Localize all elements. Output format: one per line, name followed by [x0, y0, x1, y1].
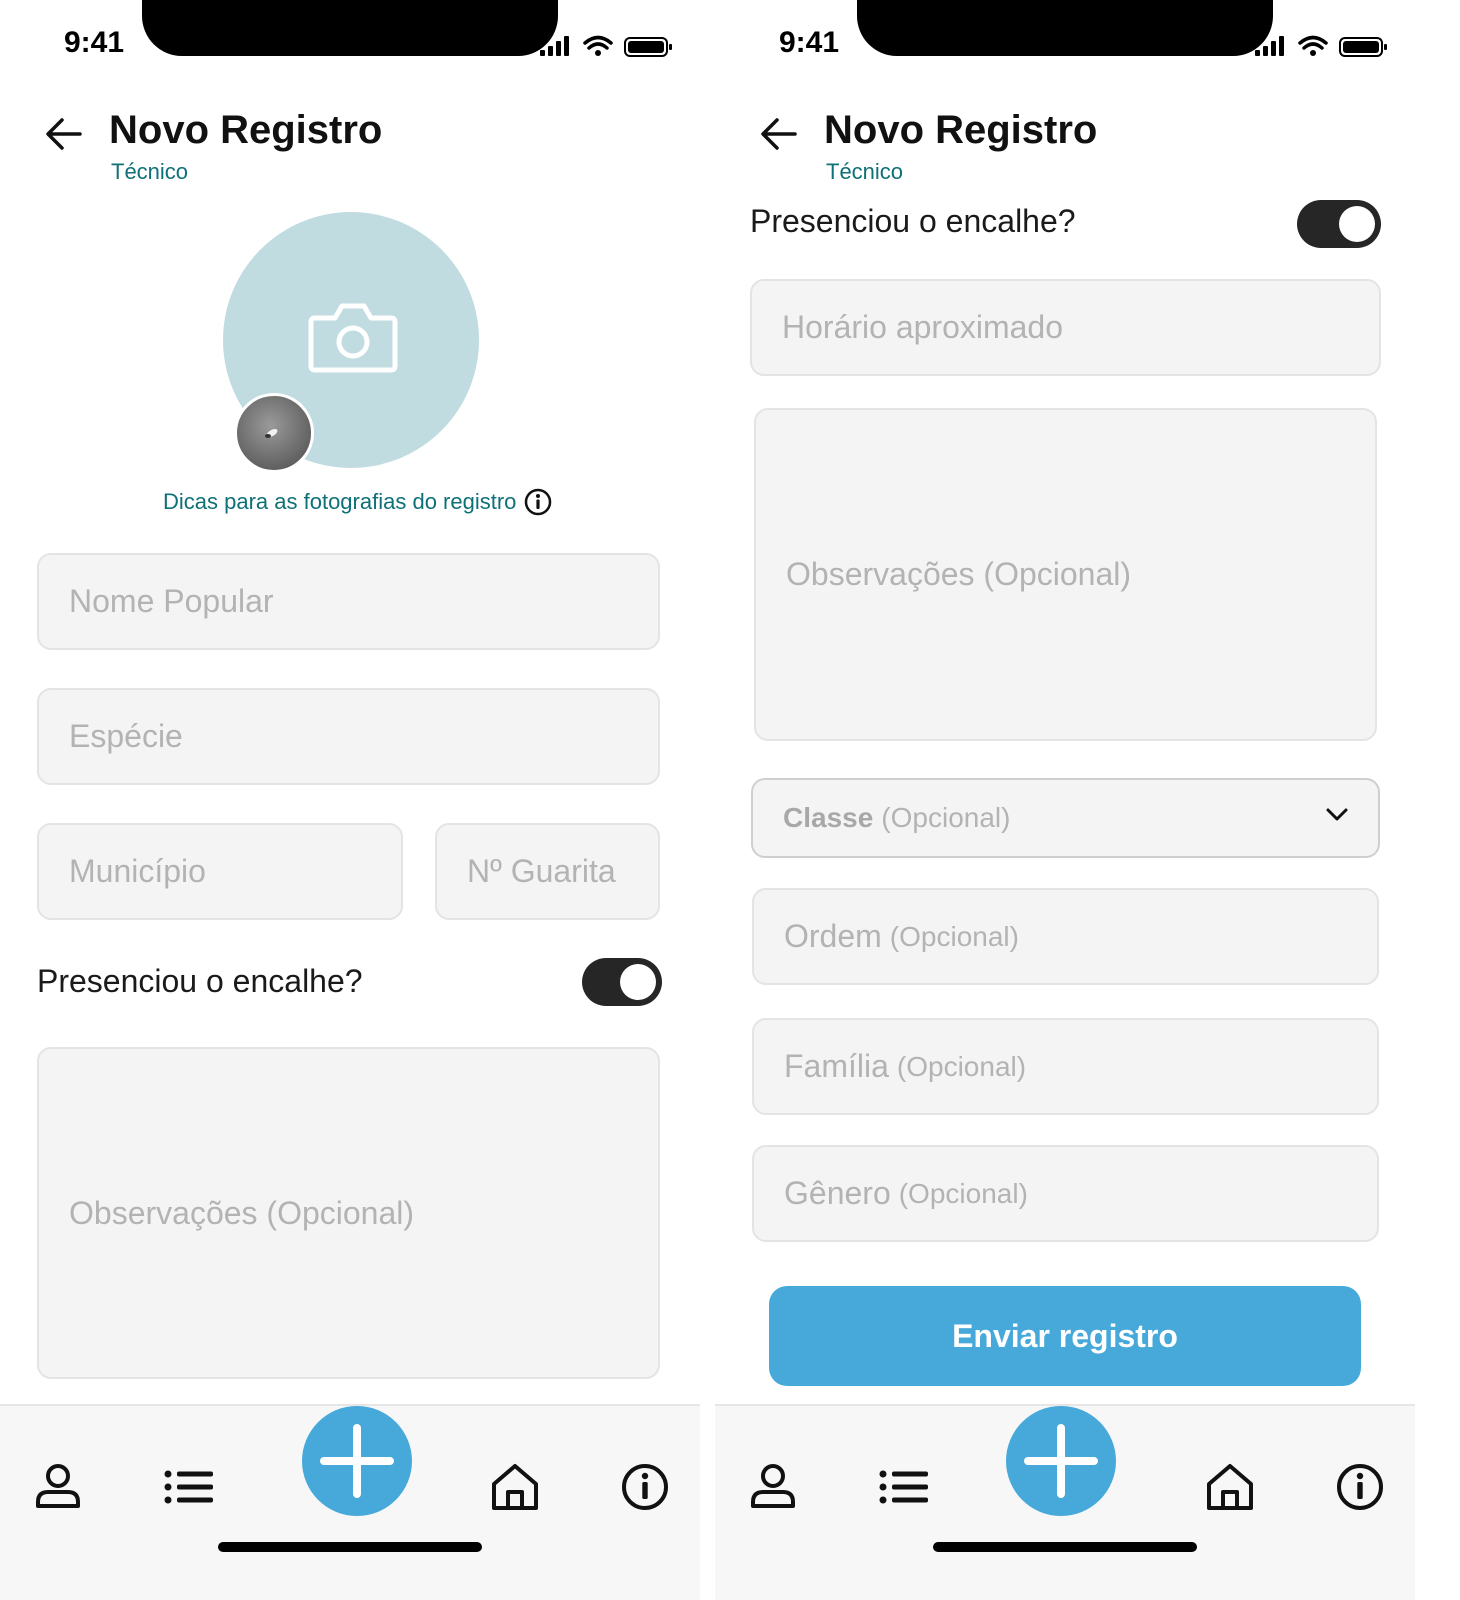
- profile-icon[interactable]: [33, 1462, 83, 1512]
- home-icon[interactable]: [1205, 1462, 1255, 1512]
- photo-tips-link[interactable]: Dicas para as fotografias do registro: [163, 488, 552, 516]
- toggle-knob: [620, 964, 656, 1000]
- observacoes-placeholder: Observações (Opcional): [786, 556, 1132, 592]
- list-icon[interactable]: [879, 1462, 929, 1512]
- signal-icon: [1255, 36, 1284, 56]
- ordem-label: Ordem: [784, 918, 882, 954]
- profile-icon[interactable]: [748, 1462, 798, 1512]
- presenciou-toggle[interactable]: [582, 958, 662, 1006]
- ordem-input[interactable]: Ordem (Opcional): [752, 888, 1379, 985]
- tab-bar: [715, 1404, 1415, 1600]
- battery-icon: [624, 37, 672, 57]
- device-notch: [142, 0, 558, 56]
- home-indicator: [933, 1542, 1197, 1552]
- info-icon[interactable]: [1335, 1462, 1385, 1512]
- genero-optional: (Opcional): [898, 1177, 1028, 1209]
- presenciou-label: Presenciou o encalhe?: [37, 963, 363, 999]
- camera-icon: [308, 303, 398, 373]
- observacoes-textarea[interactable]: Observações (Opcional): [754, 408, 1377, 741]
- add-icon: [1024, 1424, 1098, 1498]
- especie-input[interactable]: Espécie: [37, 688, 660, 785]
- device-notch: [857, 0, 1273, 56]
- status-icons: [540, 35, 672, 57]
- list-icon[interactable]: [164, 1462, 214, 1512]
- back-arrow-icon[interactable]: [759, 114, 799, 154]
- observacoes-textarea[interactable]: Observações (Opcional): [37, 1047, 660, 1379]
- chevron-down-icon: [1326, 808, 1348, 821]
- add-icon: [320, 1424, 394, 1498]
- tab-bar: [0, 1404, 700, 1600]
- familia-input[interactable]: Família (Opcional): [752, 1018, 1379, 1115]
- battery-icon: [1339, 37, 1387, 57]
- back-arrow-icon[interactable]: [44, 114, 84, 154]
- wifi-icon: [1298, 35, 1328, 50]
- municipio-placeholder: Município: [69, 853, 206, 889]
- add-record-button[interactable]: [1006, 1406, 1116, 1516]
- status-time: 9:41: [64, 26, 125, 59]
- page-subtitle: Técnico: [111, 159, 189, 184]
- animal-photo-image: [265, 429, 278, 438]
- municipio-input[interactable]: Município: [37, 823, 403, 920]
- info-icon[interactable]: [620, 1462, 670, 1512]
- photo-thumbnail[interactable]: [234, 393, 314, 473]
- horario-input[interactable]: Horário aproximado: [750, 279, 1381, 376]
- presenciou-label: Presenciou o encalhe?: [750, 203, 1076, 239]
- page-title: Novo Registro: [824, 108, 1098, 152]
- guarita-placeholder: Nº Guarita: [467, 853, 616, 889]
- presenciou-toggle[interactable]: [1297, 200, 1381, 248]
- status-time: 9:41: [779, 26, 840, 59]
- familia-label: Família: [784, 1048, 889, 1084]
- photo-tips-label: Dicas para as fotografias do registro: [163, 489, 517, 514]
- home-icon[interactable]: [490, 1462, 540, 1512]
- page-title: Novo Registro: [109, 108, 383, 152]
- classe-label: Classe: [783, 802, 874, 833]
- page-subtitle: Técnico: [826, 159, 904, 184]
- signal-icon: [540, 36, 569, 56]
- submit-button[interactable]: Enviar registro: [769, 1286, 1361, 1386]
- horario-placeholder: Horário aproximado: [782, 309, 1064, 345]
- screen-right: 9:41 Novo Registro Técnico Presenciou o …: [715, 0, 1415, 1600]
- classe-optional: (Opcional): [881, 802, 1011, 833]
- classe-select[interactable]: Classe (Opcional): [751, 778, 1380, 858]
- nome-popular-placeholder: Nome Popular: [69, 583, 274, 619]
- familia-optional: (Opcional): [896, 1050, 1027, 1082]
- especie-placeholder: Espécie: [69, 718, 183, 754]
- guarita-input[interactable]: Nº Guarita: [435, 823, 660, 920]
- ordem-optional: (Opcional): [889, 920, 1019, 952]
- genero-label: Gênero: [784, 1175, 891, 1211]
- status-icons: [1255, 35, 1387, 57]
- genero-input[interactable]: Gênero (Opcional): [752, 1145, 1379, 1242]
- toggle-knob: [1339, 206, 1375, 242]
- add-record-button[interactable]: [302, 1406, 412, 1516]
- home-indicator: [218, 1542, 482, 1552]
- nome-popular-input[interactable]: Nome Popular: [37, 553, 660, 650]
- screen-left: 9:41 Novo Registro Técnico Dicas para as…: [0, 0, 700, 1600]
- observacoes-placeholder: Observações (Opcional): [69, 1194, 415, 1231]
- info-icon: [525, 488, 552, 516]
- wifi-icon: [583, 35, 613, 50]
